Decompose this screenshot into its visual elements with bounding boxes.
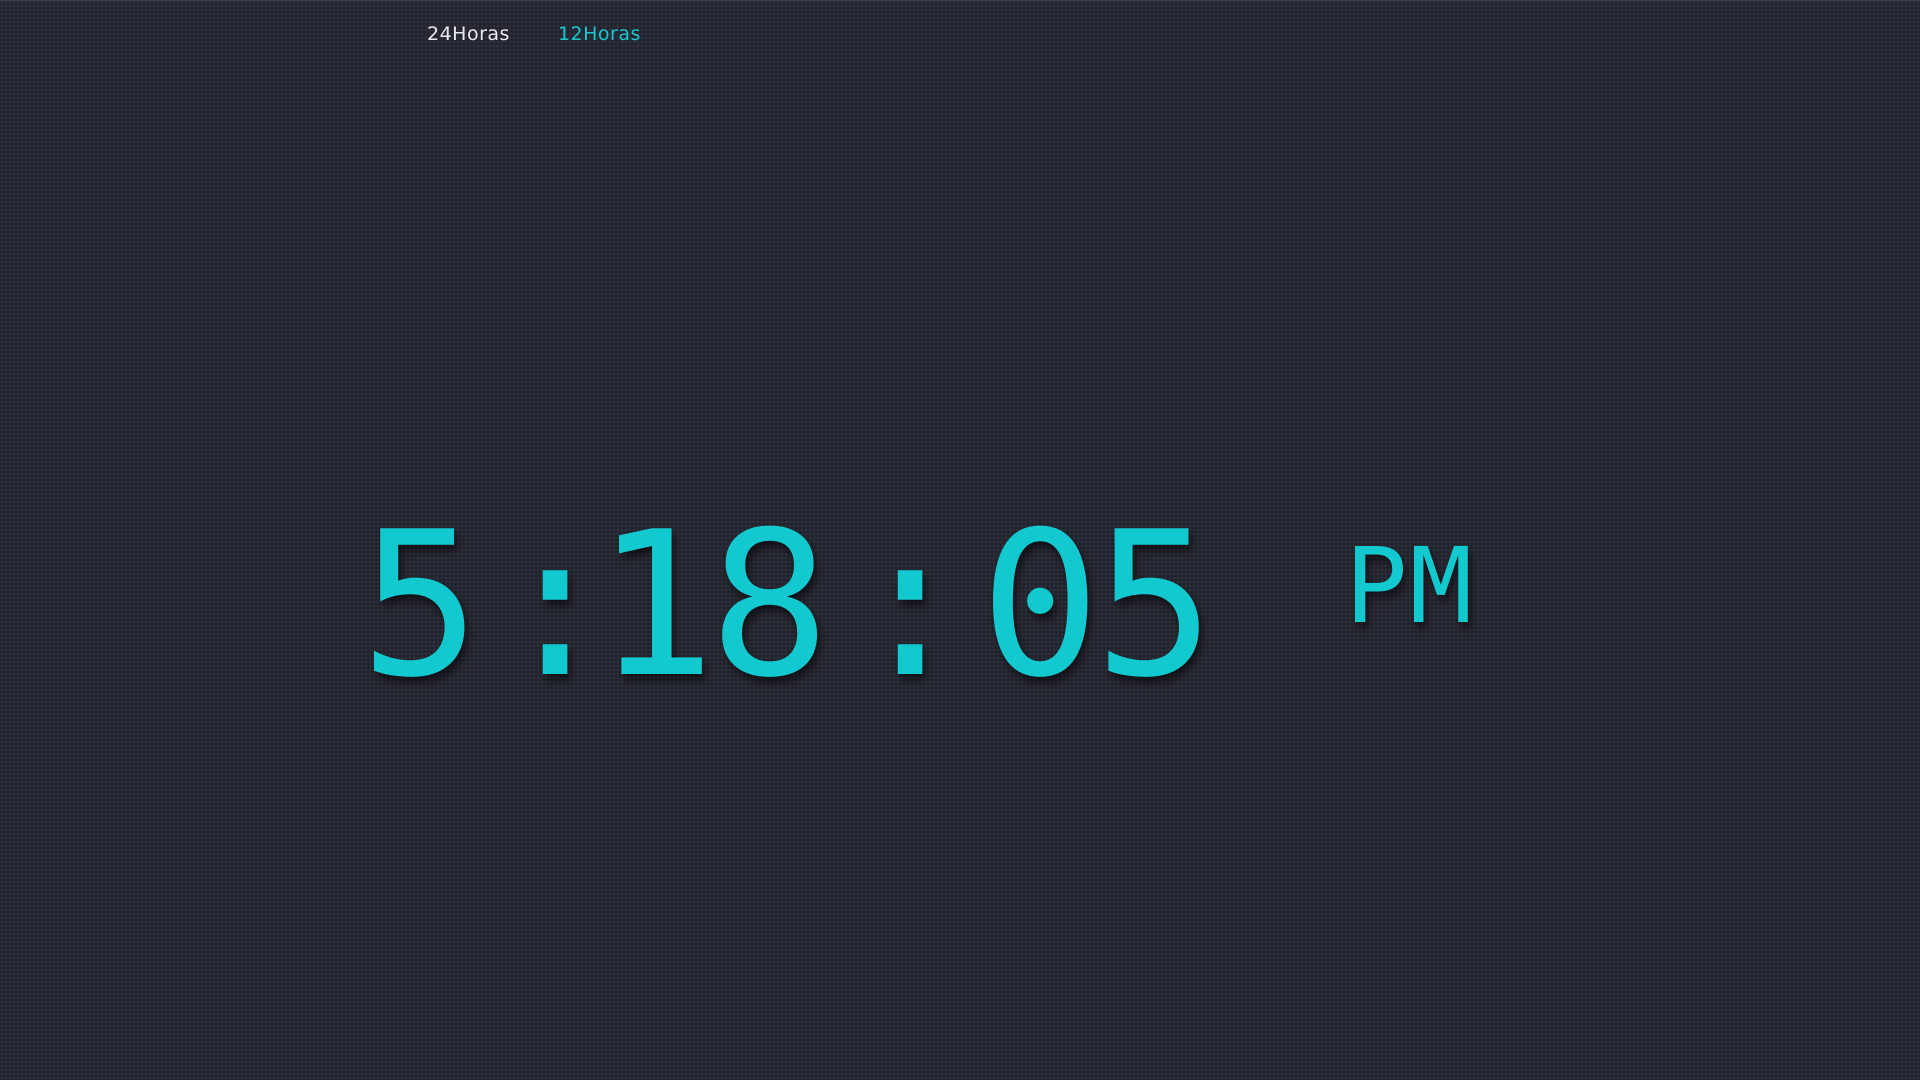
tab-12-hours[interactable]: 12Horas	[558, 23, 641, 45]
clock-separator: :	[850, 489, 971, 722]
clock-hours: 5	[360, 489, 480, 722]
clock-minutes: 18	[595, 489, 830, 722]
format-tabs: 24Horas 12Horas	[427, 23, 641, 45]
clock-seconds: 05	[980, 489, 1215, 722]
digital-clock: 5 : 18 : 05 PM	[360, 489, 1560, 722]
tab-24-hours[interactable]: 24Horas	[427, 23, 510, 45]
clock-period: PM	[1345, 525, 1475, 647]
